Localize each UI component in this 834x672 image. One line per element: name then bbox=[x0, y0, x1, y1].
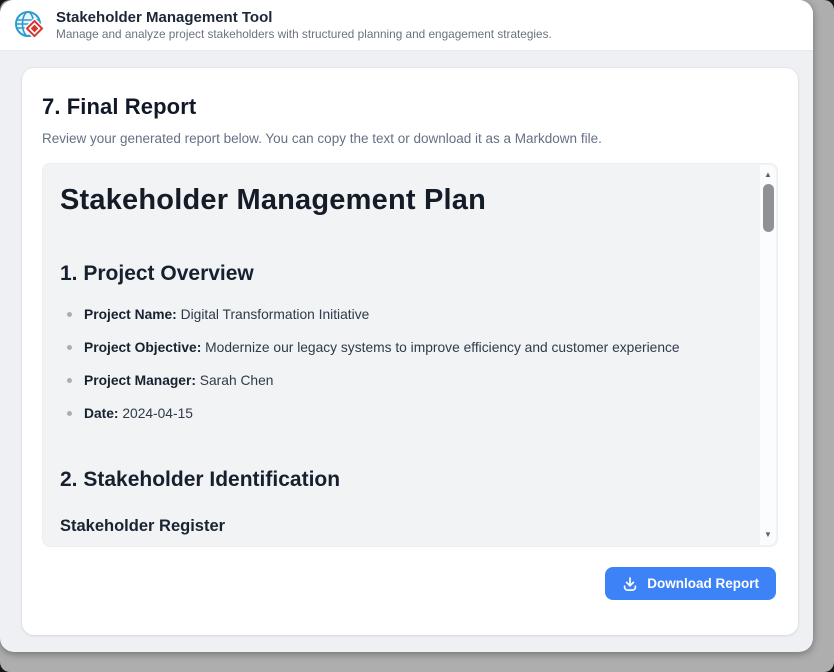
scroll-up-icon[interactable]: ▲ bbox=[760, 168, 776, 182]
list-item-value: Sarah Chen bbox=[200, 373, 274, 388]
app-header: Stakeholder Management Tool Manage and a… bbox=[0, 0, 813, 51]
list-item: Project Objective: Modernize our legacy … bbox=[60, 338, 744, 358]
app-logo-globe-diamond-icon bbox=[13, 8, 47, 42]
final-report-card: 7. Final Report Review your generated re… bbox=[22, 68, 798, 635]
bullet-icon bbox=[67, 312, 72, 317]
list-item-label: Project Name: bbox=[84, 307, 177, 322]
list-item: Date: 2024-04-15 bbox=[60, 404, 744, 424]
app-window: Stakeholder Management Tool Manage and a… bbox=[0, 0, 813, 652]
project-overview-list: Project Name: Digital Transformation Ini… bbox=[60, 305, 744, 424]
list-item-value: Modernize our legacy systems to improve … bbox=[205, 340, 679, 355]
desktop-background: Stakeholder Management Tool Manage and a… bbox=[0, 0, 834, 672]
scrollbar-thumb[interactable] bbox=[763, 184, 774, 232]
preview-scrollbar[interactable]: ▲ ▼ bbox=[760, 165, 776, 545]
report-preview-pane[interactable]: Stakeholder Management Plan 1. Project O… bbox=[42, 163, 778, 547]
bullet-icon bbox=[67, 378, 72, 383]
list-item-label: Date: bbox=[84, 406, 119, 421]
scroll-down-icon[interactable]: ▼ bbox=[760, 528, 776, 542]
app-title: Stakeholder Management Tool bbox=[56, 9, 552, 27]
report-section-identification-heading: 2. Stakeholder Identification bbox=[60, 468, 744, 492]
download-report-button[interactable]: Download Report bbox=[605, 567, 776, 600]
report-content: Stakeholder Management Plan 1. Project O… bbox=[43, 164, 760, 546]
step-description: Review your generated report below. You … bbox=[42, 131, 778, 146]
list-item-value: Digital Transformation Initiative bbox=[181, 307, 370, 322]
step-title: 7. Final Report bbox=[42, 94, 778, 120]
list-item-value: 2024-04-15 bbox=[122, 406, 193, 421]
report-section-overview-heading: 1. Project Overview bbox=[60, 262, 744, 286]
list-item: Project Name: Digital Transformation Ini… bbox=[60, 305, 744, 325]
list-item-label: Project Manager: bbox=[84, 373, 196, 388]
report-title: Stakeholder Management Plan bbox=[60, 184, 744, 217]
download-icon bbox=[622, 576, 638, 592]
stakeholder-register-subheading: Stakeholder Register bbox=[60, 517, 744, 536]
bullet-icon bbox=[67, 345, 72, 350]
actions-row: Download Report bbox=[42, 567, 778, 600]
app-subtitle: Manage and analyze project stakeholders … bbox=[56, 27, 552, 42]
bullet-icon bbox=[67, 411, 72, 416]
list-item: Project Manager: Sarah Chen bbox=[60, 371, 744, 391]
list-item-label: Project Objective: bbox=[84, 340, 201, 355]
download-button-label: Download Report bbox=[647, 576, 759, 591]
